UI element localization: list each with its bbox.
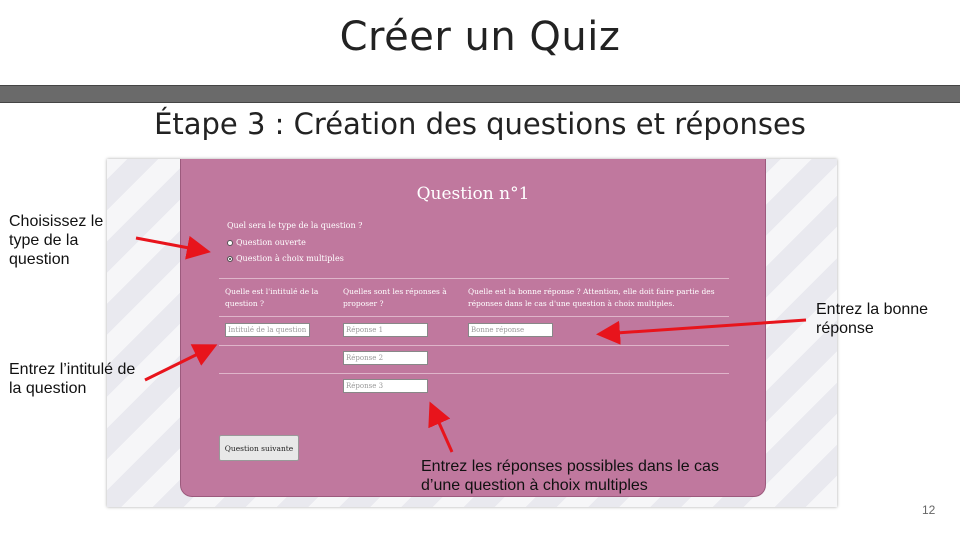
annotation-arrows <box>135 235 807 453</box>
arrow-to-answer-inputs <box>428 401 454 453</box>
arrow-to-correct-input <box>596 318 807 345</box>
arrow-to-title-input <box>144 344 218 382</box>
page-number: 12 <box>922 503 936 517</box>
arrow-to-type-radio <box>135 235 211 260</box>
